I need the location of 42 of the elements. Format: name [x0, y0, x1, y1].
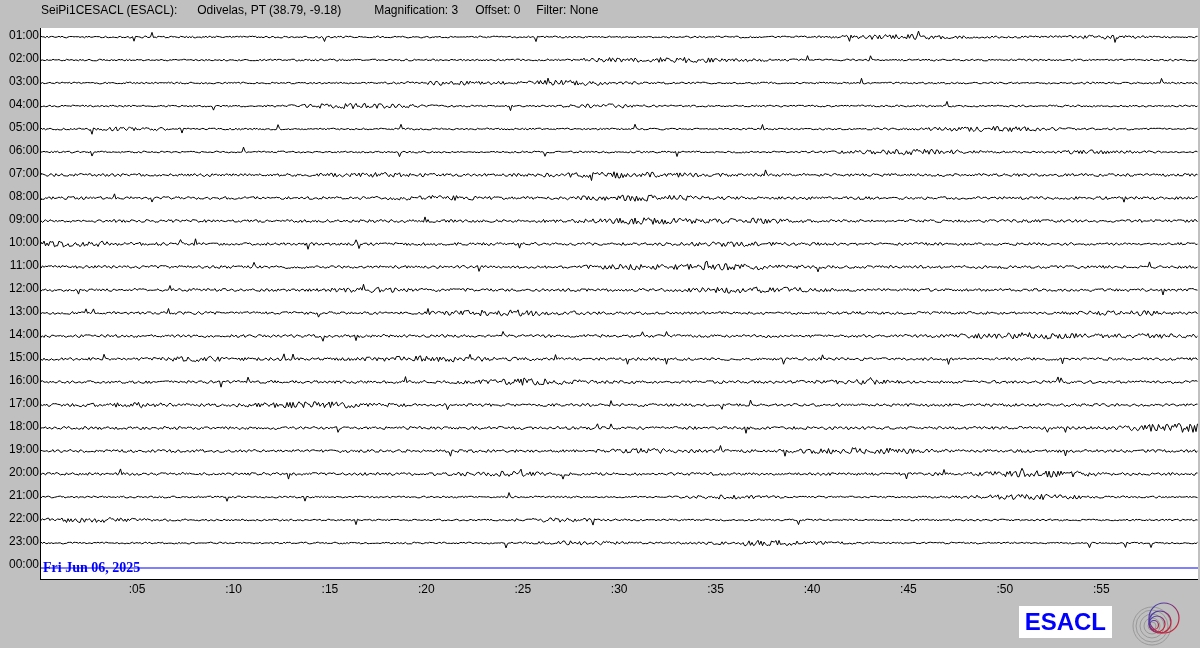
magnification-label: Magnification: 3 [374, 3, 459, 17]
hour-label: 07:00 [8, 166, 40, 180]
hour-label: 11:00 [9, 258, 40, 272]
minute-tick-label: :10 [225, 582, 242, 596]
filter-label: Filter: None [536, 3, 599, 17]
hour-label: 21:00 [8, 488, 40, 502]
date-label: Fri Jun 06, 2025 [43, 560, 141, 575]
hour-label: 08:00 [8, 189, 40, 203]
hour-label: 09:00 [8, 212, 40, 226]
minute-tick-label: :35 [707, 582, 724, 596]
minute-tick-label: :30 [610, 582, 628, 596]
hour-label: 13:00 [8, 304, 40, 318]
minute-tick-label: :40 [803, 582, 821, 596]
hour-label: 17:00 [8, 396, 40, 410]
hour-label: 22:00 [8, 511, 40, 525]
hour-label: 20:00 [8, 465, 40, 479]
minute-tick-label: :05 [128, 582, 146, 596]
hour-label: 14:00 [8, 327, 40, 341]
hour-label: 02:00 [8, 51, 40, 65]
hour-label: 16:00 [8, 373, 40, 387]
station-name: SeiPi1CESACL (ESACL): [41, 3, 178, 17]
hour-label: 01:00 [8, 28, 40, 42]
hour-label: 04:00 [8, 97, 40, 111]
hour-label: 23:00 [8, 534, 40, 548]
station-logo: ESACL [1018, 606, 1112, 638]
offset-label: Offset: 0 [475, 3, 521, 17]
hour-label: 00:00 [8, 557, 40, 571]
minute-tick-label: :25 [514, 582, 532, 596]
minute-tick-label: :55 [1092, 582, 1110, 596]
hour-label: 05:00 [8, 120, 40, 134]
hour-label: 06:00 [8, 143, 40, 157]
hour-label: 18:00 [8, 419, 40, 433]
station-location: Odivelas, PT (38.79, -9.18) [197, 3, 342, 17]
minute-tick-label: :15 [321, 582, 339, 596]
minute-tick-label: :50 [996, 582, 1014, 596]
minute-tick-label: :20 [417, 582, 435, 596]
hour-label: 12:00 [8, 281, 40, 295]
minute-tick-label: :45 [900, 582, 917, 596]
hour-label: 19:00 [8, 442, 40, 456]
hour-label: 10:00 [8, 235, 40, 249]
hour-label: 15:00 [8, 350, 40, 364]
hour-label: 03:00 [8, 74, 40, 88]
